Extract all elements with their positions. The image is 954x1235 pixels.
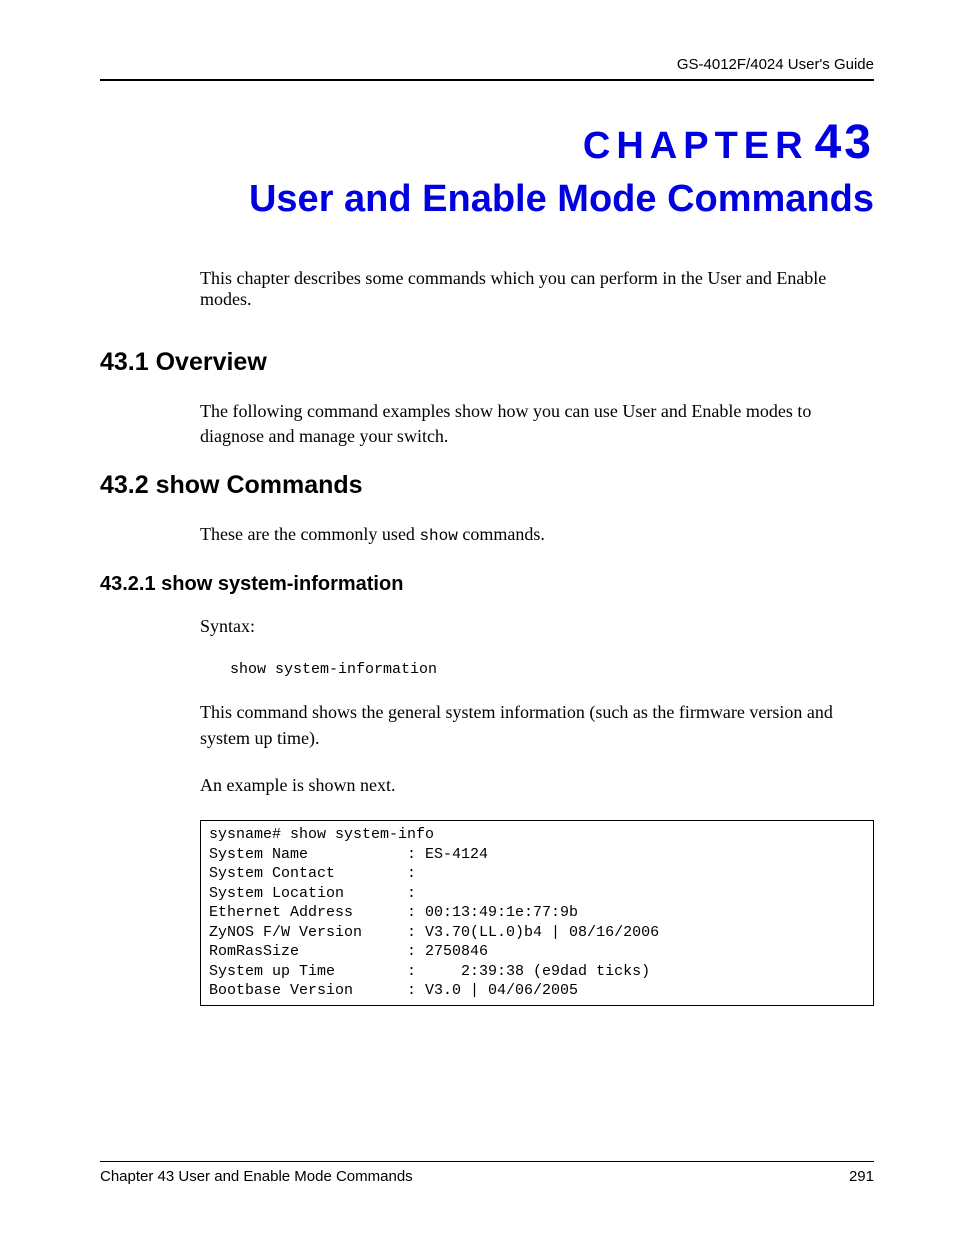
syntax-command: show system-information [230, 661, 874, 678]
chapter-word: CHAPTER [583, 125, 809, 167]
show-inline-code: show [419, 527, 457, 545]
running-header: GS-4012F/4024 User's Guide [100, 56, 874, 79]
show-body-post: commands. [458, 524, 545, 544]
guide-title: GS-4012F/4024 User's Guide [677, 56, 874, 73]
chapter-title-block: CHAPTER43 User and Enable Mode Commands [100, 115, 874, 224]
overview-body: The following command examples show how … [200, 399, 874, 449]
show-body-pre: These are the commonly used [200, 524, 419, 544]
subsection-heading-sysinfo: 43.2.1 show system-information [100, 573, 874, 596]
code-example: sysname# show system-info System Name : … [200, 820, 874, 1006]
show-commands-body: These are the commonly used show command… [200, 522, 874, 547]
sysinfo-description: This command shows the general system in… [200, 700, 874, 750]
section-heading-overview: 43.1 Overview [100, 348, 874, 377]
chapter-intro: This chapter describes some commands whi… [200, 268, 874, 310]
page-footer: Chapter 43 User and Enable Mode Commands… [100, 1161, 874, 1185]
footer-row: Chapter 43 User and Enable Mode Commands… [100, 1168, 874, 1185]
chapter-title: User and Enable Mode Commands [100, 176, 874, 224]
header-rule [100, 79, 874, 81]
section-heading-show-commands: 43.2 show Commands [100, 471, 874, 500]
footer-chapter-label: Chapter 43 User and Enable Mode Commands [100, 1168, 413, 1185]
footer-rule [100, 1161, 874, 1162]
syntax-label: Syntax: [200, 614, 874, 639]
page: GS-4012F/4024 User's Guide CHAPTER43 Use… [0, 0, 954, 1235]
example-intro: An example is shown next. [200, 773, 874, 798]
chapter-label: CHAPTER43 [100, 115, 874, 170]
page-number: 291 [849, 1168, 874, 1185]
chapter-number: 43 [815, 116, 874, 169]
